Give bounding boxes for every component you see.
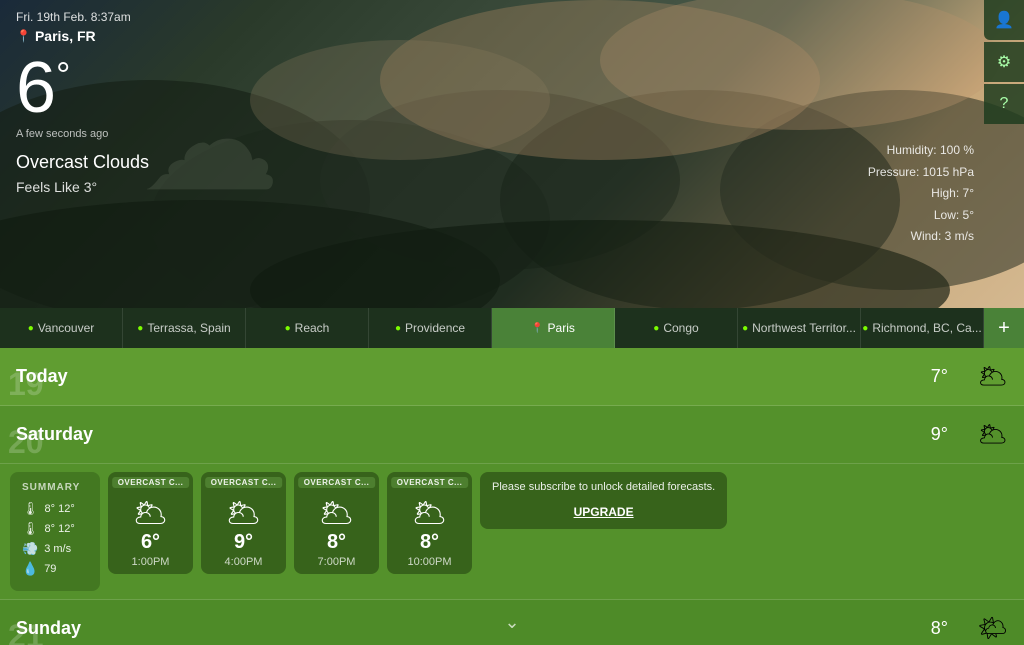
tab-label: Reach — [295, 321, 330, 335]
temperature-display: 6° — [16, 52, 149, 124]
thermometer-icon-2: 🌡 — [22, 521, 39, 537]
tab-providence[interactable]: ● Providence — [369, 308, 492, 348]
summary-box: SUMMARY 🌡 8° 12° 🌡 8° 12° 💨 3 m/s 💧 79 — [10, 472, 100, 591]
tab-congo[interactable]: ● Congo — [615, 308, 738, 348]
badge-1pm: OVERCAST C... — [112, 477, 190, 488]
temp-sunday: 8° — [931, 618, 948, 639]
tab-vancouver[interactable]: ● Vancouver — [0, 308, 123, 348]
pin-icon: ● — [137, 323, 143, 334]
summary-temp-2: 8° 12° — [45, 523, 75, 535]
forecast-row-saturday[interactable]: 20 Saturday 9° 🌥 — [0, 406, 1024, 464]
location-display: 📍 Paris, FR — [16, 28, 149, 44]
day-label-saturday: Saturday — [16, 424, 136, 445]
low-stat: Low: 5° — [868, 205, 974, 227]
tab-terrassa[interactable]: ● Terrassa, Spain — [123, 308, 246, 348]
temperature-value: 6 — [16, 48, 56, 128]
saturday-expanded-panel: SUMMARY 🌡 8° 12° 🌡 8° 12° 💨 3 m/s 💧 79 — [0, 464, 1024, 600]
temp-today: 7° — [931, 366, 948, 387]
wind-icon: 💨 — [22, 541, 38, 557]
tab-label: Vancouver — [38, 321, 94, 335]
cloud-icon-1pm: 🌥 — [118, 496, 183, 529]
weather-info-panel: Fri. 19th Feb. 8:37am 📍 Paris, FR 6° A f… — [0, 0, 165, 205]
forecast-section: 19 Today 7° 🌥 20 Saturday 9° 🌥 SUMMARY 🌡… — [0, 348, 1024, 645]
thermometer-icon-1: 🌡 — [22, 501, 39, 517]
tab-label: Northwest Territor... — [752, 321, 856, 335]
summary-wind: 3 m/s — [44, 543, 71, 555]
weather-condition: Overcast Clouds — [16, 152, 149, 173]
pin-icon: ● — [395, 323, 401, 334]
cloud-icon-10pm: 🌥 — [397, 496, 462, 529]
cloud-icon-4pm: 🌥 — [211, 496, 276, 529]
help-button[interactable]: ? — [984, 84, 1024, 124]
location-pin-icon: 📍 — [16, 29, 31, 43]
location-name: Paris, FR — [35, 28, 96, 44]
high-stat: High: 7° — [868, 183, 974, 205]
summary-row-1: 🌡 8° 12° — [22, 501, 88, 517]
icon-saturday: 🌥 — [968, 420, 1008, 449]
pin-icon: ● — [285, 323, 291, 334]
tab-label: Terrassa, Spain — [147, 321, 230, 335]
badge-10pm: OVERCAST C... — [391, 477, 469, 488]
temp-saturday: 9° — [931, 424, 948, 445]
humidity-icon: 💧 — [22, 561, 38, 577]
tab-northwest[interactable]: ● Northwest Territor... — [738, 308, 861, 348]
time-1pm: 1:00PM — [118, 556, 183, 568]
upgrade-link[interactable]: UPGRADE — [574, 505, 634, 519]
pin-icon: 📍 — [531, 323, 543, 334]
location-tabs: ● Vancouver ● Terrassa, Spain ● Reach ● … — [0, 308, 1024, 348]
summary-row-2: 🌡 8° 12° — [22, 521, 88, 537]
day-label-today: Today — [16, 366, 136, 387]
weather-stats-panel: Humidity: 100 % Pressure: 1015 hPa High:… — [868, 140, 974, 248]
right-sidebar: 👤 ⚙ ? — [984, 0, 1024, 124]
summary-row-4: 💧 79 — [22, 561, 88, 577]
summary-temp-1: 8° 12° — [45, 503, 75, 515]
last-updated: A few seconds ago — [16, 128, 149, 140]
tab-label: Providence — [405, 321, 465, 335]
pin-icon: ● — [862, 323, 868, 334]
badge-7pm: OVERCAST C... — [298, 477, 376, 488]
icon-today: 🌥 — [968, 362, 1008, 391]
time-4pm: 4:00PM — [211, 556, 276, 568]
tab-richmond[interactable]: ● Richmond, BC, Ca... — [861, 308, 984, 348]
temp-1pm: 6° — [118, 531, 183, 554]
badge-4pm: OVERCAST C... — [205, 477, 283, 488]
add-location-button[interactable]: + — [984, 308, 1024, 348]
pressure-stat: Pressure: 1015 hPa — [868, 162, 974, 184]
settings-button[interactable]: ⚙ — [984, 42, 1024, 82]
summary-humidity: 79 — [44, 563, 56, 575]
hourly-card-1pm: OVERCAST C... 🌥 6° 1:00PM — [108, 472, 193, 574]
feels-like: Feels Like 3° — [16, 179, 149, 195]
degree-symbol: ° — [56, 54, 70, 95]
hourly-card-4pm: OVERCAST C... 🌥 9° 4:00PM — [201, 472, 286, 574]
hourly-card-7pm: OVERCAST C... 🌥 8° 7:00PM — [294, 472, 379, 574]
tab-reach[interactable]: ● Reach — [246, 308, 369, 348]
pro-upgrade-card: Please subscribe to unlock detailed fore… — [480, 472, 727, 529]
temp-10pm: 8° — [397, 531, 462, 554]
temp-4pm: 9° — [211, 531, 276, 554]
forecast-row-today[interactable]: 19 Today 7° 🌥 — [0, 348, 1024, 406]
tab-label: Paris — [548, 321, 575, 335]
day-label-sunday: Sunday — [16, 618, 136, 639]
summary-row-3: 💨 3 m/s — [22, 541, 88, 557]
temp-7pm: 8° — [304, 531, 369, 554]
humidity-stat: Humidity: 100 % — [868, 140, 974, 162]
expand-chevron[interactable]: ⌄ — [504, 612, 519, 633]
wind-stat: Wind: 3 m/s — [868, 226, 974, 248]
summary-label: SUMMARY — [22, 482, 88, 493]
pro-message: Please subscribe to unlock detailed fore… — [492, 480, 715, 495]
icon-sunday: 🌤 — [968, 614, 1008, 643]
tab-paris[interactable]: 📍 Paris — [492, 308, 615, 348]
tab-label: Congo — [663, 321, 698, 335]
date-display: Fri. 19th Feb. 8:37am — [16, 10, 149, 24]
expanded-inner: SUMMARY 🌡 8° 12° 🌡 8° 12° 💨 3 m/s 💧 79 — [10, 472, 1014, 591]
user-button[interactable]: 👤 — [984, 0, 1024, 40]
cloud-icon-7pm: 🌥 — [304, 496, 369, 529]
hourly-card-10pm: OVERCAST C... 🌥 8° 10:00PM — [387, 472, 472, 574]
time-10pm: 10:00PM — [397, 556, 462, 568]
time-7pm: 7:00PM — [304, 556, 369, 568]
tab-label: Richmond, BC, Ca... — [872, 321, 981, 335]
pin-icon: ● — [742, 323, 748, 334]
pin-icon: ● — [653, 323, 659, 334]
pin-icon: ● — [28, 323, 34, 334]
